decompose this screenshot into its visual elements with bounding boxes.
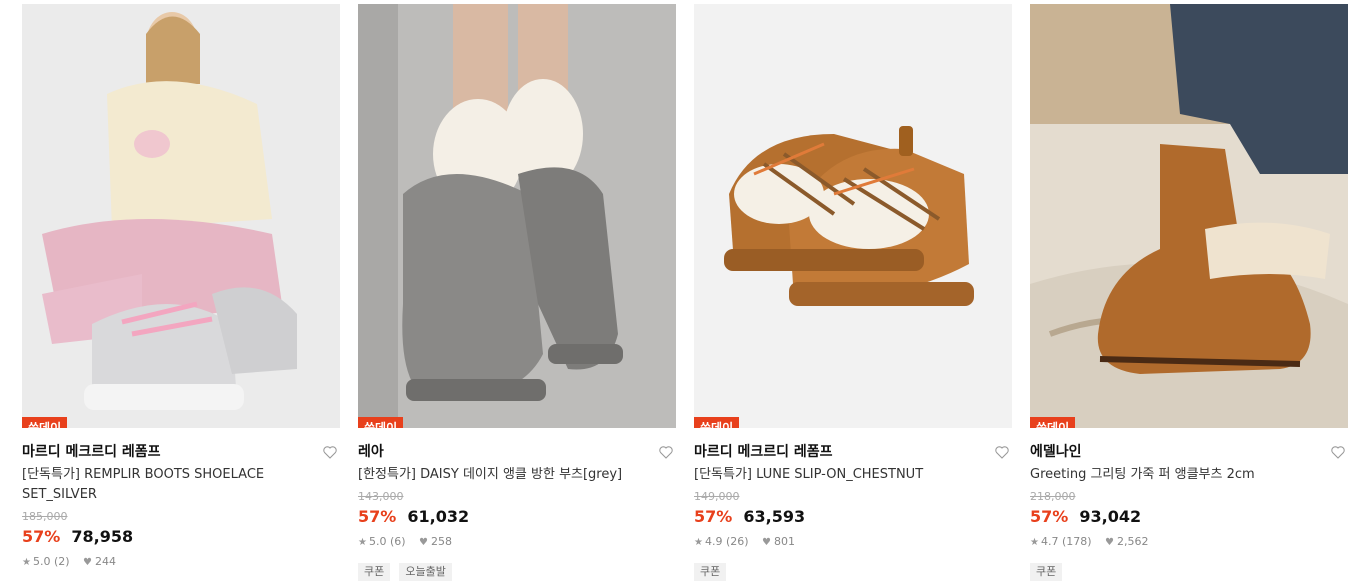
heart-count-icon: ♥ bbox=[1105, 537, 1115, 548]
rating: 5.0 (6) bbox=[368, 535, 406, 548]
like-count: 258 bbox=[431, 535, 453, 548]
discount-rate: 57% bbox=[358, 507, 397, 526]
sale-price: 63,593 bbox=[743, 507, 806, 526]
heart-icon[interactable] bbox=[1330, 444, 1346, 460]
star-icon: ★ bbox=[358, 537, 367, 548]
product-card[interactable]: 쓱데이 에델나인 Greeting 그리팅 가죽 퍼 앵클부츠 2cm 218,… bbox=[1030, 4, 1348, 581]
rating: 5.0 (2) bbox=[32, 555, 70, 568]
like-count: 244 bbox=[95, 555, 117, 568]
product-title[interactable]: [한정특가] DAISY 데이지 앵클 방한 부츠[grey] bbox=[358, 465, 676, 485]
product-grid: 쓱데이 마르디 메크르디 레폼프 [단독특가] REMPLIR BOOTS SH… bbox=[0, 0, 1353, 581]
promo-badge: 쓱데이 bbox=[22, 417, 68, 428]
brand-name[interactable]: 에델나인 bbox=[1030, 444, 1082, 460]
product-photo bbox=[694, 4, 1012, 428]
product-image[interactable]: 쓱데이 bbox=[22, 4, 340, 428]
original-price: 143,000 bbox=[358, 490, 404, 503]
heart-count-icon: ♥ bbox=[762, 537, 772, 548]
original-price: 149,000 bbox=[694, 490, 740, 503]
product-image[interactable]: 쓱데이 bbox=[1030, 4, 1348, 428]
product-title[interactable]: [단독특가] REMPLIR BOOTS SHOELACE SET_SILVER bbox=[22, 465, 340, 505]
sale-price: 93,042 bbox=[1079, 507, 1142, 526]
discount-rate: 57% bbox=[1030, 507, 1069, 526]
brand-name[interactable]: 레아 bbox=[358, 444, 384, 460]
sale-price: 61,032 bbox=[407, 507, 470, 526]
tag-list: 쿠폰 bbox=[1030, 560, 1348, 581]
promo-badge: 쓱데이 bbox=[1030, 417, 1076, 428]
product-photo bbox=[22, 4, 340, 428]
original-price: 185,000 bbox=[22, 510, 68, 523]
like-count: 801 bbox=[774, 535, 796, 548]
rating: 4.9 (26) bbox=[704, 535, 749, 548]
promo-badge: 쓱데이 bbox=[694, 417, 740, 428]
product-image[interactable]: 쓱데이 bbox=[358, 4, 676, 428]
heart-icon[interactable] bbox=[658, 444, 674, 460]
promo-badge: 쓱데이 bbox=[358, 417, 404, 428]
discount-rate: 57% bbox=[22, 527, 61, 546]
product-title[interactable]: [단독특가] LUNE SLIP-ON_CHESTNUT bbox=[694, 465, 1012, 485]
heart-icon[interactable] bbox=[322, 444, 338, 460]
tag-list: 쿠폰 bbox=[694, 560, 1012, 581]
sale-price: 78,958 bbox=[71, 527, 134, 546]
heart-count-icon: ♥ bbox=[83, 557, 93, 568]
product-title[interactable]: Greeting 그리팅 가죽 퍼 앵클부츠 2cm bbox=[1030, 465, 1348, 485]
star-icon: ★ bbox=[22, 557, 31, 568]
brand-name[interactable]: 마르디 메크르디 레폼프 bbox=[22, 444, 161, 460]
heart-icon[interactable] bbox=[994, 444, 1010, 460]
product-image[interactable]: 쓱데이 bbox=[694, 4, 1012, 428]
heart-count-icon: ♥ bbox=[419, 537, 429, 548]
product-photo bbox=[358, 4, 676, 428]
product-card[interactable]: 쓱데이 레아 [한정특가] DAISY 데이지 앵클 방한 부츠[grey] 1… bbox=[358, 4, 676, 581]
ship-today-tag: 오늘출발 bbox=[399, 563, 452, 581]
original-price: 218,000 bbox=[1030, 490, 1076, 503]
product-photo bbox=[1030, 4, 1348, 428]
coupon-tag: 쿠폰 bbox=[358, 563, 391, 581]
product-card[interactable]: 쓱데이 마르디 메크르디 레폼프 [단독특가] LUNE SLIP-ON_CHE… bbox=[694, 4, 1012, 581]
product-card[interactable]: 쓱데이 마르디 메크르디 레폼프 [단독특가] REMPLIR BOOTS SH… bbox=[22, 4, 340, 572]
discount-rate: 57% bbox=[694, 507, 733, 526]
brand-name[interactable]: 마르디 메크르디 레폼프 bbox=[694, 444, 833, 460]
coupon-tag: 쿠폰 bbox=[694, 563, 727, 581]
coupon-tag: 쿠폰 bbox=[1030, 563, 1063, 581]
star-icon: ★ bbox=[1030, 537, 1039, 548]
star-icon: ★ bbox=[694, 537, 703, 548]
like-count: 2,562 bbox=[1117, 535, 1149, 548]
tag-list: 쿠폰 오늘출발 bbox=[358, 560, 676, 581]
rating: 4.7 (178) bbox=[1040, 535, 1092, 548]
